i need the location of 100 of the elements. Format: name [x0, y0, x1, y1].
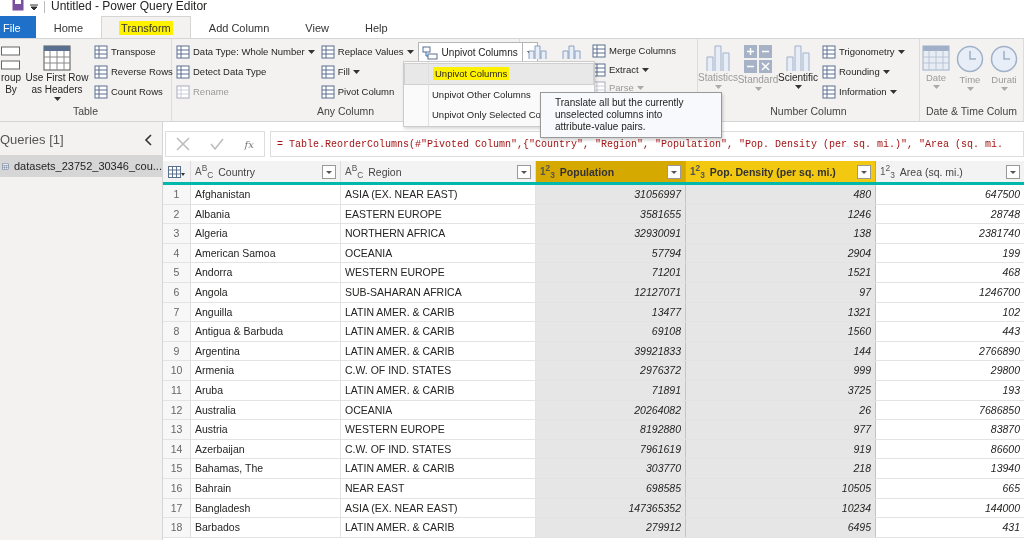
ribbon-button[interactable]: Merge Columns	[590, 41, 679, 60]
table-icon	[168, 165, 185, 178]
ribbon-button[interactable]: Transpose	[92, 42, 175, 61]
filter-dropdown-icon[interactable]	[857, 164, 871, 179]
column-name: Region	[368, 165, 403, 178]
ribbon-tab[interactable]: Transform	[101, 16, 191, 38]
caret-icon	[406, 49, 414, 54]
table-cell: 199	[876, 243, 1024, 263]
table-cell: 71201	[536, 263, 686, 282]
group-label: Any Column	[316, 105, 375, 117]
table-cell: 193	[876, 380, 1024, 400]
tooltip: Translate all but the currently unselected columns into attribute-value pairs.	[540, 92, 722, 138]
ribbon-button[interactable]: Replace Values	[318, 42, 416, 61]
ribbon-button[interactable]: Information	[820, 82, 907, 101]
grid-icon	[176, 44, 190, 59]
table-cell: 1246700	[876, 282, 1024, 302]
calculator-icon	[744, 45, 772, 73]
filter-dropdown-icon[interactable]	[667, 164, 681, 179]
caret-icon	[636, 85, 644, 90]
ribbon-button[interactable]: Count Rows	[92, 82, 175, 101]
table-cell: 102	[876, 302, 1024, 322]
ribbon-tab[interactable]: Add Column	[190, 16, 288, 38]
column-name: Population	[559, 165, 616, 178]
table-cell: Armenia	[191, 361, 341, 380]
chart-icon	[706, 45, 730, 71]
row-number: 15	[163, 459, 191, 478]
caret-icon	[754, 87, 762, 91]
table-cell: 2976372	[536, 361, 686, 380]
table-cell: 69108	[536, 322, 686, 341]
ribbon-button[interactable]: Data Type: Whole Number	[174, 42, 317, 61]
caret-icon	[889, 89, 897, 94]
column-header[interactable]: 1$^{2}$$_{3}$ Pop. Density (per sq. mi.)	[686, 161, 876, 182]
table-menu-button[interactable]	[163, 161, 191, 182]
table-cell: 144000	[876, 498, 1024, 518]
table-cell: Angola	[191, 282, 341, 302]
caret-icon	[307, 49, 315, 54]
table-cell: Australia	[191, 400, 341, 420]
ribbon-button[interactable]: Use First Row as Headers	[23, 42, 91, 104]
caret-icon	[882, 69, 890, 74]
table-icon	[43, 45, 71, 71]
save-icon[interactable]	[12, 0, 24, 11]
ribbon-tab[interactable]: Home	[35, 16, 102, 38]
table-cell: 443	[876, 322, 1024, 341]
table-cell: 86600	[876, 439, 1024, 459]
group-label: Date & Time Colum	[926, 105, 1017, 117]
table-cell: 2766890	[876, 341, 1024, 361]
window-title: Untitled - Power Query Editor	[51, 0, 208, 12]
ribbon-button[interactable]: roup By	[0, 42, 22, 99]
caret-icon	[714, 85, 722, 89]
clock-icon	[990, 45, 1018, 73]
table-cell: Bahamas, The	[191, 459, 341, 478]
menu-item[interactable]: Unpivot Columns	[404, 63, 594, 85]
ribbon-button[interactable]: Rounding	[820, 62, 907, 81]
ribbon-tab[interactable]: View	[287, 16, 347, 38]
check-icon[interactable]	[210, 138, 225, 150]
grid-icon	[94, 44, 108, 59]
table-cell: 279912	[536, 518, 686, 537]
grid-icon	[592, 43, 606, 58]
ribbon-button[interactable]: Detect Data Type	[174, 62, 317, 81]
table-cell: 6495	[686, 518, 876, 537]
fx-button[interactable]: fx	[244, 138, 254, 150]
row-number: 5	[163, 263, 191, 282]
grid-icon	[822, 84, 836, 99]
caret-icon	[897, 49, 905, 54]
table-cell: 31056997	[536, 185, 686, 204]
table-cell: Antigua & Barbuda	[191, 322, 341, 341]
ribbon-button[interactable]: Trigonometry	[820, 42, 907, 61]
grid-icon	[320, 64, 335, 79]
table-cell: Austria	[191, 420, 341, 439]
column-header[interactable]: 1$^{2}$$_{3}$ Area (sq. mi.)	[876, 161, 1024, 182]
filter-dropdown-icon[interactable]	[1006, 164, 1020, 179]
filter-dropdown-icon[interactable]	[517, 164, 531, 179]
table-cell: 1521	[686, 263, 876, 282]
column-icon	[559, 45, 583, 59]
table-cell: 431	[876, 518, 1024, 537]
grid-icon	[822, 44, 836, 59]
row-number: 3	[163, 224, 191, 243]
ribbon-tab[interactable]: Help	[347, 16, 406, 38]
column-name: Country	[218, 165, 256, 178]
grid-icon	[320, 84, 335, 99]
table-cell: 303770	[536, 459, 686, 478]
table-cell: Azerbaijan	[191, 439, 341, 459]
table-cell: 8192880	[536, 420, 686, 439]
collapse-icon[interactable]	[144, 133, 152, 146]
column-header[interactable]: A$^{B}$$_{C}$ Region	[341, 161, 536, 182]
table-cell: Aruba	[191, 380, 341, 400]
table-cell: Bangladesh	[191, 498, 341, 518]
column-header[interactable]: 1$^{2}$$_{3}$ Population	[536, 161, 686, 182]
grid-icon	[176, 64, 190, 79]
row-number: 1	[163, 185, 191, 204]
ribbon-button[interactable]: Reverse Rows	[92, 62, 175, 81]
table-cell: Argentina	[191, 341, 341, 361]
table-cell: Albania	[191, 204, 341, 224]
filter-dropdown-icon[interactable]	[322, 164, 336, 179]
ribbon-tab[interactable]: File	[0, 16, 36, 38]
caret-icon[interactable]	[30, 4, 38, 10]
caret-icon	[966, 87, 974, 91]
column-header[interactable]: A$^{B}$$_{C}$ Country	[191, 161, 341, 182]
table-cell: 13940	[876, 459, 1024, 478]
query-item[interactable]: datasets_23752_30346_cou...	[0, 155, 162, 177]
